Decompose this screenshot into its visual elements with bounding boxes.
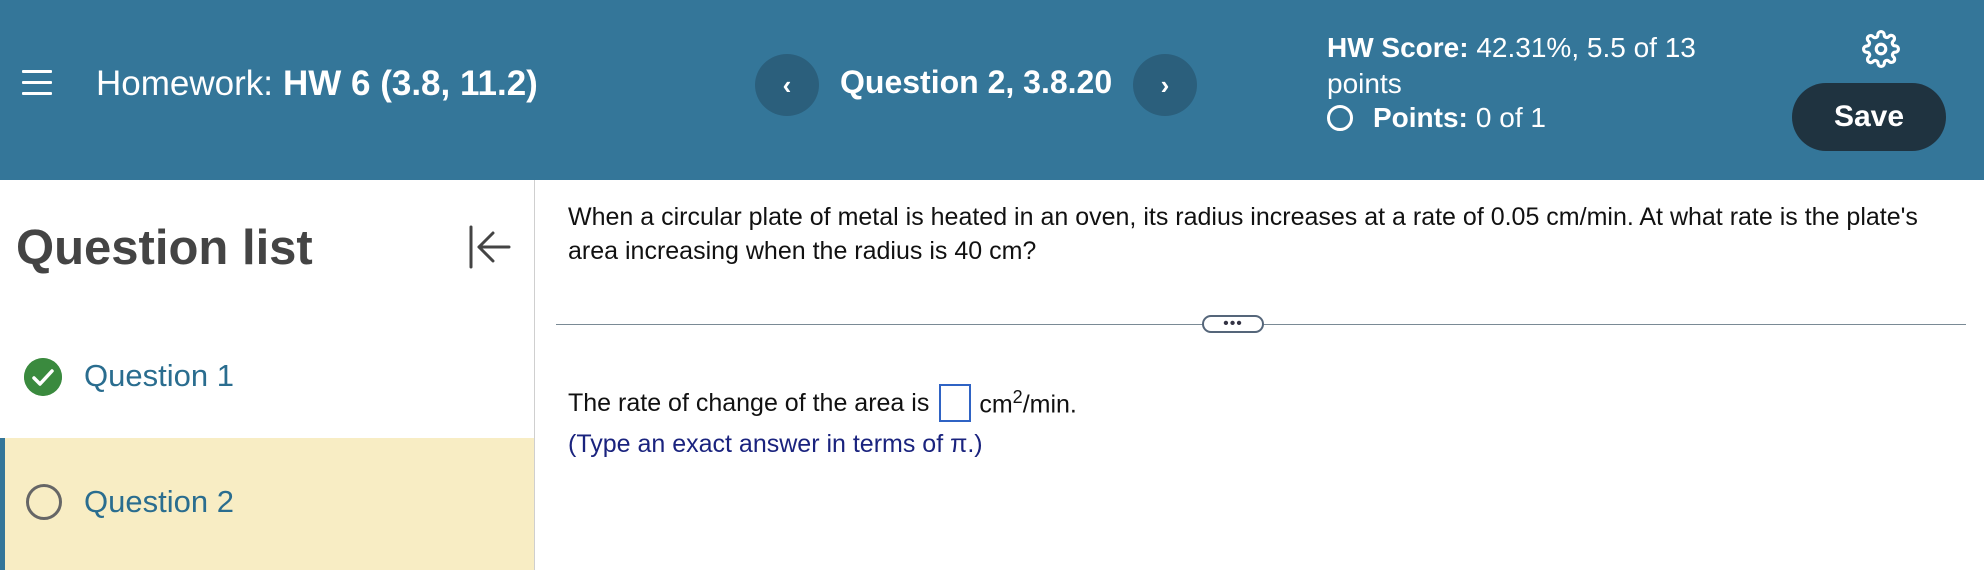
- expand-handle[interactable]: •••: [1202, 315, 1264, 333]
- homework-name: HW 6 (3.8, 11.2): [282, 64, 538, 103]
- active-indicator: [0, 438, 5, 570]
- chevron-left-icon: ‹: [782, 69, 792, 100]
- next-question-button[interactable]: ›: [1133, 54, 1197, 116]
- top-header: Homework: HW 6 (3.8, 11.2) ‹ Question 2, …: [0, 0, 1984, 180]
- menu-icon[interactable]: [22, 70, 52, 96]
- answer-hint: (Type an exact answer in terms of π.): [568, 430, 983, 458]
- unanswered-circle-icon: [26, 484, 62, 520]
- unit-exponent: 2: [1012, 386, 1023, 407]
- hw-score: HW Score: 42.31%, 5.5 of 13 points: [1327, 30, 1747, 102]
- hw-score-label: HW Score:: [1327, 32, 1469, 63]
- answer-unit: cm2/min.: [979, 387, 1077, 419]
- question-list-title: Question list: [16, 221, 313, 275]
- sidebar-item-label: Question 1: [84, 358, 234, 393]
- gear-icon[interactable]: [1862, 30, 1900, 68]
- answer-row: The rate of change of the area is cm2/mi…: [568, 384, 1077, 422]
- unit-suffix: /min.: [1022, 390, 1077, 419]
- previous-question-button[interactable]: ‹: [755, 54, 819, 116]
- chevron-right-icon: ›: [1160, 69, 1170, 100]
- unit-base: cm: [979, 390, 1013, 419]
- answer-prefix: The rate of change of the area is: [568, 388, 930, 417]
- collapse-sidebar-icon[interactable]: [465, 222, 513, 272]
- points-value: 0 of 1: [1475, 102, 1546, 133]
- question-text: When a circular plate of metal is heated…: [568, 203, 1918, 265]
- answer-input[interactable]: [939, 384, 972, 422]
- save-button[interactable]: Save: [1792, 83, 1946, 151]
- points-status: Points: 0 of 1: [1327, 102, 1546, 134]
- homework-title: Homework: HW 6 (3.8, 11.2): [96, 62, 538, 106]
- points-label: Points:: [1373, 102, 1468, 133]
- unanswered-circle-icon: [1327, 105, 1353, 131]
- sidebar-item-question-2[interactable]: Question 2: [0, 438, 534, 570]
- check-circle-icon: [24, 358, 62, 396]
- sidebar-item-question-1[interactable]: Question 1: [0, 310, 534, 434]
- sidebar-item-label: Question 2: [84, 484, 234, 519]
- homework-label: Homework:: [96, 64, 273, 103]
- question-title: Question 2, 3.8.20: [840, 64, 1113, 100]
